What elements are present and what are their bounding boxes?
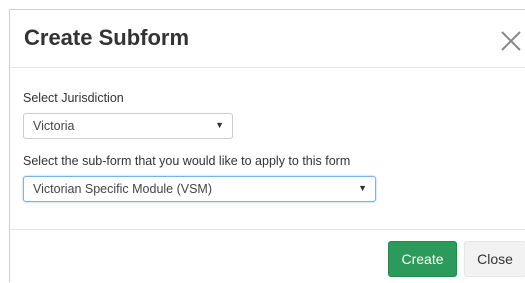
jurisdiction-select-value: Victoria [33,119,75,133]
close-x-icon[interactable] [500,30,522,52]
chevron-down-icon: ▼ [358,183,367,193]
subform-select[interactable]: Victorian Specific Module (VSM) ▼ [23,176,376,202]
dialog-footer: Create Close [10,229,525,283]
create-subform-dialog: Create Subform Select Jurisdiction Victo… [9,9,525,282]
dialog-title: Create Subform [24,25,190,50]
close-button[interactable]: Close [464,241,525,277]
chevron-down-icon: ▼ [215,120,224,130]
create-button[interactable]: Create [388,241,457,277]
subform-select-value: Victorian Specific Module (VSM) [33,182,213,196]
jurisdiction-select[interactable]: Victoria ▼ [23,113,233,139]
subform-label: Select the sub-form that you would like … [23,154,351,168]
dialog-header: Create Subform [10,10,525,68]
jurisdiction-label: Select Jurisdiction [23,91,124,105]
